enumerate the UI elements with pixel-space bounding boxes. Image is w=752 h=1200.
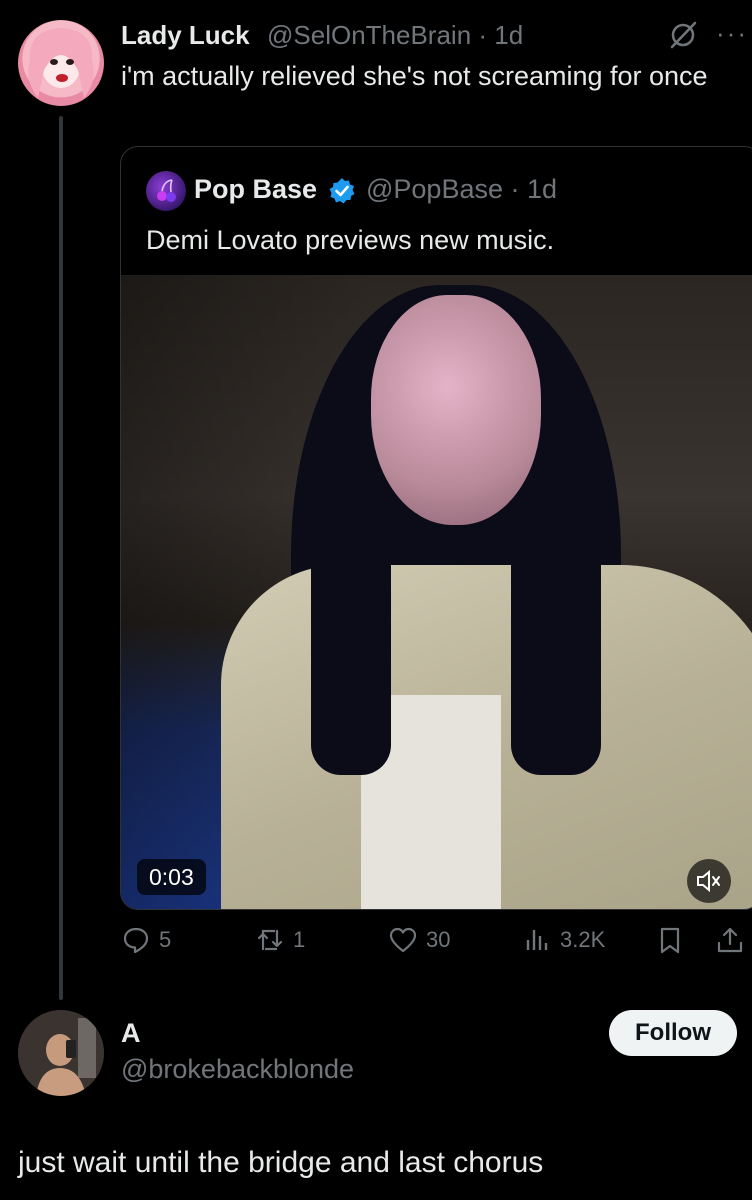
reply-user-name[interactable]: A	[121, 1018, 141, 1049]
share-button[interactable]	[715, 922, 745, 958]
quoted-author-handle-time[interactable]: @PopBase · 1d	[366, 174, 557, 205]
tweet-text: i'm actually relieved she's not screamin…	[121, 61, 708, 91]
author-handle-time[interactable]: @SelOnTheBrain · 1d	[267, 20, 523, 51]
video-player[interactable]: 0:03	[121, 275, 752, 909]
verified-badge-icon	[328, 177, 356, 205]
views-button[interactable]: 3.2K	[522, 922, 605, 958]
lady-luck-avatar[interactable]	[18, 20, 104, 106]
reply-user-handle[interactable]: @brokebackblonde	[121, 1054, 354, 1085]
share-icon	[717, 927, 743, 953]
quoted-tweet-text: Demi Lovato previews new music.	[146, 225, 555, 255]
reply-text: just wait until the bridge and last chor…	[18, 1146, 544, 1179]
reply-count: 5	[159, 927, 172, 952]
video-subject-face	[371, 295, 541, 525]
like-count: 30	[426, 927, 451, 952]
video-subject-hair-left	[311, 525, 391, 775]
more-options-icon[interactable]: ···	[716, 18, 748, 49]
video-subject-hair-right	[511, 505, 601, 775]
repost-count: 1	[293, 927, 306, 952]
thread-line	[59, 116, 63, 1000]
reply-user-avatar[interactable]	[18, 1010, 104, 1096]
bookmark-button[interactable]	[655, 922, 685, 958]
quoted-author-name[interactable]: Pop Base	[194, 174, 317, 205]
view-count: 3.2K	[560, 927, 606, 952]
bookmark-icon	[660, 927, 680, 954]
video-timestamp: 0:03	[137, 859, 206, 895]
mute-toggle[interactable]	[687, 859, 731, 903]
pop-base-avatar[interactable]	[146, 171, 186, 211]
repost-icon	[257, 929, 283, 951]
author-name[interactable]: Lady Luck	[121, 20, 250, 51]
reply-icon	[123, 927, 149, 954]
views-chart-icon	[526, 930, 548, 950]
repost-button[interactable]: 1	[255, 922, 305, 958]
speaker-muted-icon	[697, 869, 720, 893]
follow-button[interactable]: Follow	[609, 1010, 737, 1056]
like-button[interactable]: 30	[388, 922, 450, 958]
quoted-tweet-card[interactable]: Pop Base @PopBase · 1d Demi Lovato previ…	[120, 146, 752, 910]
reply-button[interactable]: 5	[121, 922, 171, 958]
grok-icon[interactable]	[668, 20, 698, 50]
heart-icon	[389, 927, 417, 953]
